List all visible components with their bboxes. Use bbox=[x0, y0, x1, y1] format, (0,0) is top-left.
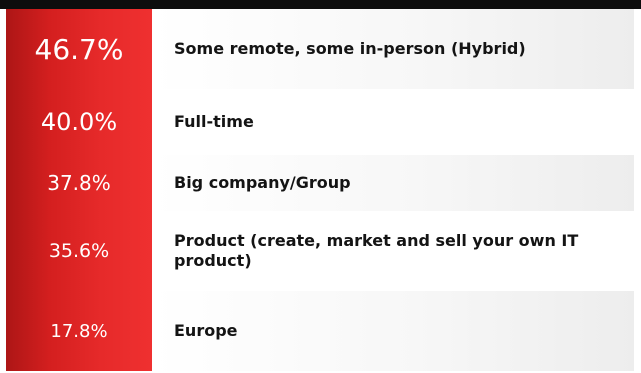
stats-table: 46.7% Some remote, some in-person (Hybrid… bbox=[6, 9, 634, 371]
table-row: 40.0% Full-time bbox=[6, 89, 634, 155]
row-label: Big company/Group bbox=[152, 155, 634, 211]
row-label-text: Product (create, market and sell your ow… bbox=[174, 231, 579, 270]
row-label-text: Some remote, some in-person (Hybrid) bbox=[174, 39, 526, 58]
percentage-value: 35.6% bbox=[48, 240, 110, 262]
row-label: Some remote, some in-person (Hybrid) bbox=[152, 9, 634, 89]
row-label-text: Europe bbox=[174, 321, 238, 340]
percentage-value: 46.7% bbox=[34, 32, 124, 66]
percentage-value: 40.0% bbox=[40, 108, 118, 136]
table-row: 46.7% Some remote, some in-person (Hybrid… bbox=[6, 9, 634, 89]
row-label: Full-time bbox=[152, 89, 634, 155]
row-label: Europe bbox=[152, 291, 634, 371]
table-row: 17.8% Europe bbox=[6, 291, 634, 371]
table-row: 37.8% Big company/Group bbox=[6, 155, 634, 211]
row-label: Product (create, market and sell your ow… bbox=[152, 211, 634, 291]
top-rule bbox=[0, 0, 641, 9]
percentage-value: 17.8% bbox=[50, 320, 108, 342]
table-row: 35.6% Product (create, market and sell yo… bbox=[6, 211, 634, 291]
row-label-text: Full-time bbox=[174, 112, 254, 131]
percentage-value: 37.8% bbox=[47, 171, 111, 195]
row-label-text: Big company/Group bbox=[174, 173, 351, 192]
stats-panel: 46.7% Some remote, some in-person (Hybrid… bbox=[0, 0, 641, 373]
